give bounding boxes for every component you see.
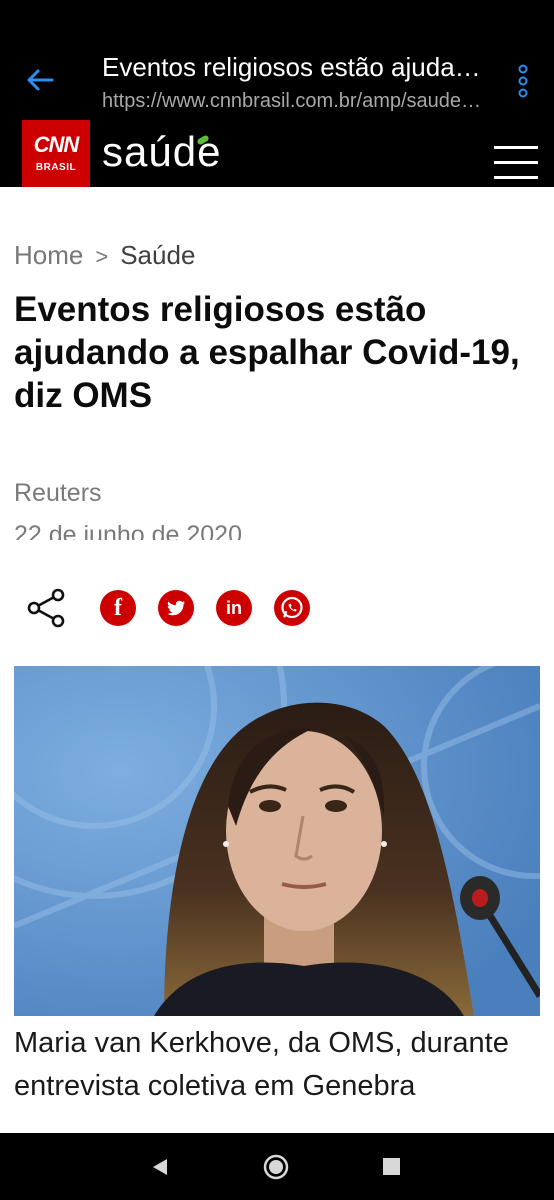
arrow-left-icon[interactable] (22, 62, 58, 98)
article-author: Reuters (14, 479, 102, 507)
image-caption: Maria van Kerkhove, da OMS, durante entr… (14, 1027, 509, 1102)
cnn-brasil-logo[interactable]: CNN BRASIL (22, 120, 90, 187)
breadcrumb-separator: > (95, 244, 109, 269)
facebook-share-icon[interactable]: f (100, 590, 136, 626)
page-title: Eventos religiosos estão ajudando a espa… (102, 52, 482, 82)
whatsapp-share-icon[interactable] (274, 590, 310, 626)
triangle-back-icon[interactable] (150, 1157, 170, 1177)
share-icon[interactable] (24, 586, 68, 630)
article-photo[interactable] (14, 666, 540, 1016)
hamburger-menu-icon[interactable] (494, 146, 538, 180)
breadcrumb-home[interactable]: Home (14, 240, 83, 270)
article-headline: Eventos religiosos estão ajudando a espa… (14, 290, 520, 415)
circle-home-icon[interactable] (263, 1154, 289, 1180)
page-url[interactable]: https://www.cnnbrasil.com.br/amp/saude/2… (102, 90, 482, 113)
twitter-share-icon[interactable] (158, 590, 194, 626)
breadcrumb: Home > Saúde (14, 240, 195, 271)
vertical-dots-icon[interactable] (510, 62, 536, 102)
logo-subtext: BRASIL (35, 162, 77, 173)
photo-illustration (14, 666, 540, 1016)
article-date: 22 de junho de 2020 (14, 521, 242, 540)
date-container: 22 de junho de 2020 (14, 520, 414, 540)
logo-text: CNN (33, 132, 80, 157)
linkedin-share-icon[interactable]: in (216, 590, 252, 626)
breadcrumb-current[interactable]: Saúde (120, 240, 195, 270)
square-recents-icon[interactable] (383, 1158, 400, 1175)
